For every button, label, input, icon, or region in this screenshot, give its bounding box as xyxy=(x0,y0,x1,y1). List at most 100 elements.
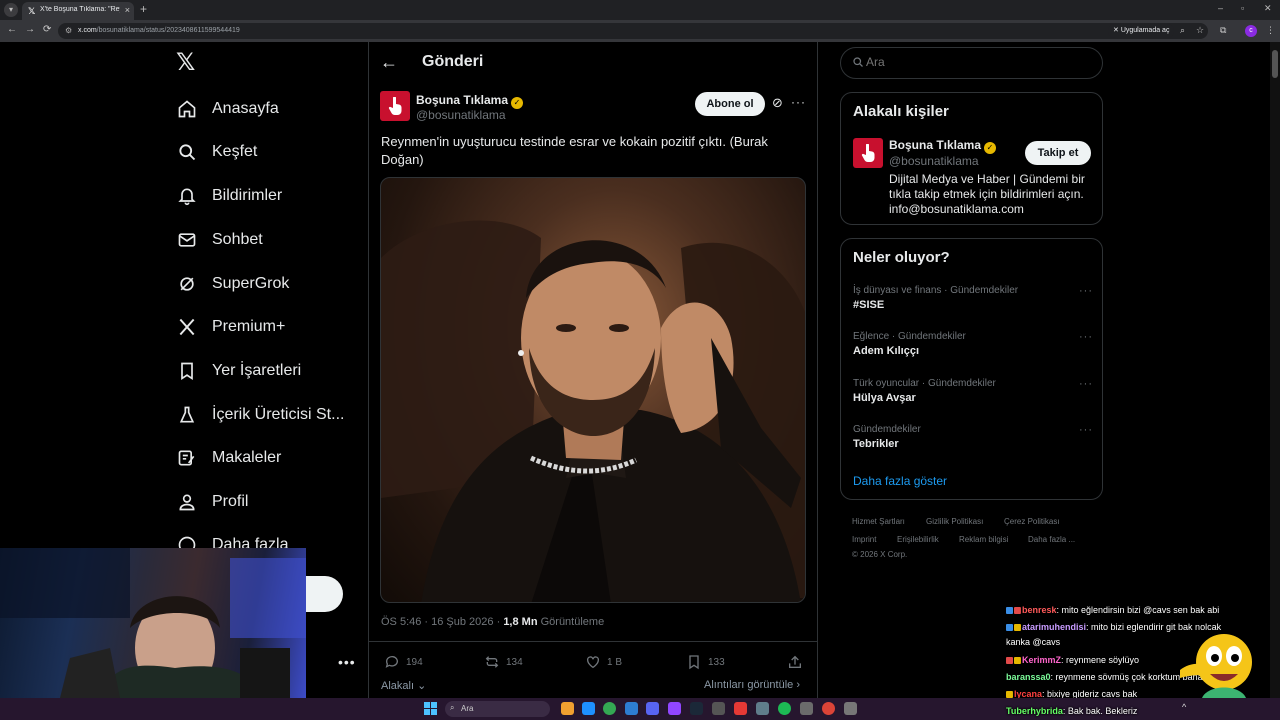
edge-icon[interactable] xyxy=(582,702,595,715)
chat-username[interactable]: baranssa0 xyxy=(1006,672,1051,682)
related-tab[interactable]: Alakalı ⌄ xyxy=(381,679,426,692)
nav-creator-studio[interactable]: İçerik Üreticisi St... xyxy=(176,400,344,430)
tab-search-button[interactable]: ▾ xyxy=(4,3,18,17)
tray-chevron-icon[interactable]: ^ xyxy=(1182,702,1186,712)
trend-more-icon[interactable]: ··· xyxy=(1079,285,1093,297)
nav-home[interactable]: Anasayfa xyxy=(176,94,279,124)
zoom-icon[interactable]: ⌕ xyxy=(1180,25,1185,36)
steam-icon[interactable] xyxy=(690,702,703,715)
grok-explain-icon[interactable]: ⊘ xyxy=(772,95,783,111)
forward-button[interactable]: → xyxy=(25,24,35,35)
spotify-icon[interactable] xyxy=(778,702,791,715)
store-icon[interactable] xyxy=(625,702,638,715)
app-icon[interactable] xyxy=(756,702,769,715)
repost-button[interactable]: 134 xyxy=(484,654,523,670)
footer-more-link[interactable]: Daha fazla ... xyxy=(1028,535,1075,544)
show-more-link[interactable]: Daha fazla göster xyxy=(853,474,947,488)
twitch-icon[interactable] xyxy=(668,702,681,715)
chat-username[interactable]: atarimuhendisi xyxy=(1022,622,1086,632)
nav-explore[interactable]: Keşfet xyxy=(176,137,257,167)
view-quotes-link[interactable]: Alıntıları görüntüle › xyxy=(704,679,800,691)
bookmark-star-icon[interactable]: ☆ xyxy=(1196,25,1204,36)
footer-imprint-link[interactable]: Imprint xyxy=(852,535,876,544)
taskbar-search[interactable]: ⌕ Ara xyxy=(445,701,550,717)
trends-title: Neler oluyor? xyxy=(853,249,950,266)
new-tab-button[interactable]: + xyxy=(140,2,147,16)
footer-ads-link[interactable]: Reklam bilgisi xyxy=(959,535,1008,544)
trend-more-icon[interactable]: ··· xyxy=(1079,331,1093,343)
nav-notifications[interactable]: Bildirimler xyxy=(176,181,282,211)
share-button[interactable] xyxy=(787,654,809,670)
trend-item[interactable]: İş dünyası ve finans · Gündemdekiler #SI… xyxy=(853,285,1093,311)
like-button[interactable]: 1 B xyxy=(585,654,622,670)
author-name[interactable]: Boşuna Tıklama ✓ xyxy=(416,93,524,109)
trend-more-icon[interactable]: ··· xyxy=(1079,378,1093,390)
footer-privacy-link[interactable]: Gizlilik Politikası xyxy=(926,517,983,526)
address-bar[interactable]: ⚙ x.com/bosunatiklama/status/20234086115… xyxy=(58,23,1208,39)
windows-start-icon[interactable] xyxy=(424,702,437,715)
related-person-handle[interactable]: @bosunatiklama xyxy=(889,154,979,168)
obs-icon[interactable] xyxy=(734,702,747,715)
minimize-button[interactable]: – xyxy=(1218,3,1223,13)
page-scrollbar[interactable] xyxy=(1270,42,1280,698)
back-button[interactable]: ← xyxy=(7,24,17,35)
browser-menu-icon[interactable]: ⋮ xyxy=(1266,25,1275,36)
app-icon[interactable] xyxy=(844,702,857,715)
account-menu-icon[interactable]: ••• xyxy=(338,654,356,670)
chat-username[interactable]: KerimmZ xyxy=(1022,655,1061,665)
trend-item[interactable]: Gündemdekiler Tebrikler ··· xyxy=(853,424,1093,450)
subscribe-button[interactable]: Abone ol xyxy=(695,92,765,116)
site-info-icon[interactable]: ⚙ xyxy=(65,26,72,35)
emoji-sticker-icon xyxy=(1180,634,1252,708)
author-handle[interactable]: @bosunatiklama xyxy=(416,108,506,122)
repost-icon xyxy=(485,656,499,668)
reply-button[interactable]: 194 xyxy=(384,654,423,670)
scrollbar-thumb[interactable] xyxy=(1272,50,1278,78)
chat-badge-icon xyxy=(1014,657,1021,664)
bookmark-button[interactable]: 133 xyxy=(686,654,725,670)
trend-item[interactable]: Türk oyuncular · Gündemdekiler Hülya Avş… xyxy=(853,378,1093,404)
post-more-icon[interactable]: ··· xyxy=(791,95,806,109)
author-avatar[interactable] xyxy=(380,91,410,121)
extensions-icon[interactable]: ⧉ xyxy=(1220,25,1226,36)
discord-icon[interactable] xyxy=(646,702,659,715)
nav-messages[interactable]: Sohbet xyxy=(176,225,263,255)
app-icon[interactable] xyxy=(712,702,725,715)
browser-tab-active[interactable]: 𝕏 X'te Boşuna Tıklama: "Reynmen × xyxy=(22,2,134,20)
search-box[interactable] xyxy=(840,47,1103,79)
app-icon[interactable] xyxy=(800,702,813,715)
follow-button[interactable]: Takip et xyxy=(1025,141,1091,165)
trend-item[interactable]: Eğlence · Gündemdekiler Adem Kılıççı ··· xyxy=(853,331,1093,357)
post-timestamp[interactable]: ÖS 5:46 · 16 Şub 2026 · xyxy=(381,616,503,628)
related-person-avatar[interactable] xyxy=(853,138,883,168)
chat-username[interactable]: benresk xyxy=(1022,605,1057,615)
x-logo[interactable]: 𝕏 xyxy=(176,51,198,75)
nav-bookmarks[interactable]: Yer İşaretleri xyxy=(176,356,301,386)
maximize-button[interactable]: ▫ xyxy=(1241,3,1244,13)
back-arrow-icon[interactable]: ← xyxy=(380,52,398,73)
verified-badge-icon: ✓ xyxy=(984,142,997,154)
file-explorer-icon[interactable] xyxy=(561,702,574,715)
related-person-name[interactable]: Boşuna Tıklama ✓ xyxy=(889,138,997,154)
open-in-app-button[interactable]: ✕ Uygulamada aç xyxy=(1108,24,1175,38)
footer-cookies-link[interactable]: Çerez Politikası xyxy=(1004,517,1060,526)
article-icon xyxy=(176,447,198,469)
search-input[interactable] xyxy=(866,55,1086,69)
footer-terms-link[interactable]: Hizmet Şartları xyxy=(852,517,905,526)
app-icon[interactable] xyxy=(822,702,835,715)
nav-premium[interactable]: Premium+ xyxy=(176,312,285,342)
nav-notifications-label: Bildirimler xyxy=(212,187,283,204)
post-image[interactable] xyxy=(380,177,806,603)
profile-avatar[interactable]: c xyxy=(1245,25,1257,37)
chrome-icon[interactable] xyxy=(603,702,616,715)
tab-close-icon[interactable]: × xyxy=(125,5,130,15)
nav-profile[interactable]: Profil xyxy=(176,487,248,517)
nav-articles[interactable]: Makaleler xyxy=(176,443,281,473)
chat-badge-icon xyxy=(1006,691,1013,698)
footer-accessibility-link[interactable]: Erişilebilirlik xyxy=(897,535,939,544)
trend-more-icon[interactable]: ··· xyxy=(1079,424,1093,436)
window-close-button[interactable]: ✕ xyxy=(1264,3,1272,14)
chat-username[interactable]: Tuberhybrida xyxy=(1006,706,1063,716)
nav-grok[interactable]: SuperGrok xyxy=(176,269,289,299)
reload-button[interactable]: ⟳ xyxy=(43,24,51,35)
